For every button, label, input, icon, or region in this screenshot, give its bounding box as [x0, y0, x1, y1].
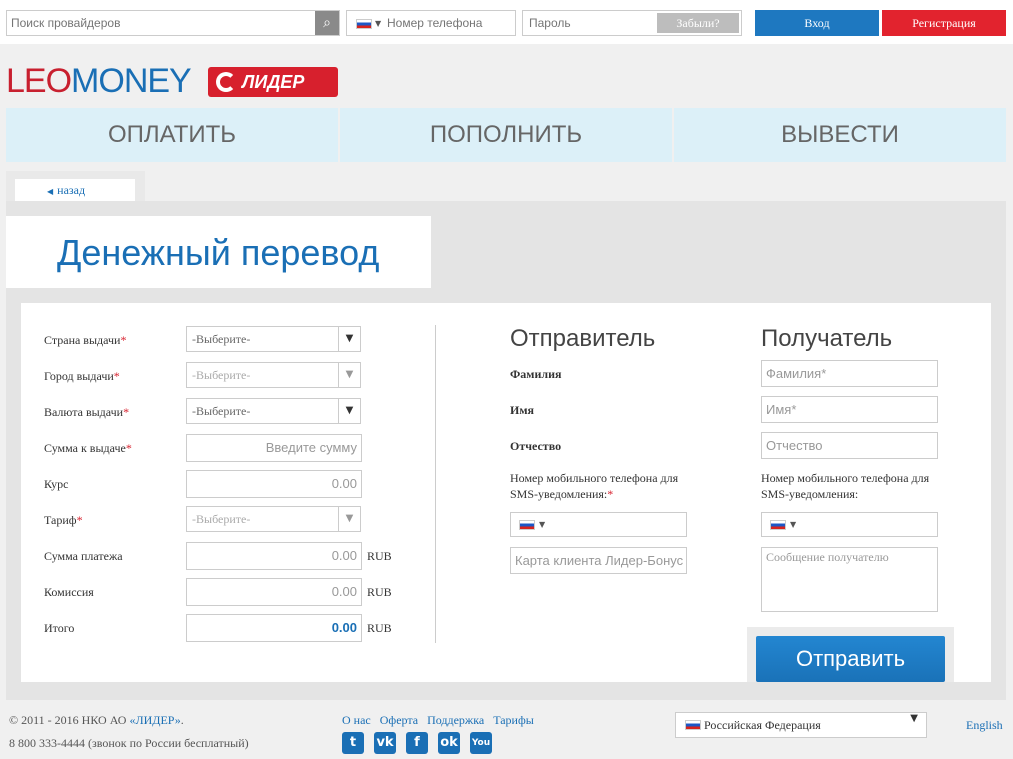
login-password-field: Забыли?: [522, 10, 742, 36]
currency-label: Валюта выдачи*: [44, 405, 130, 419]
amount-input[interactable]: Введите сумму: [186, 434, 362, 462]
sender-phone-input[interactable]: ▼: [510, 512, 687, 537]
logo-money-text: MONEY: [71, 62, 192, 100]
sender-last-name: Фамилия: [510, 367, 562, 381]
sender-sms-label: Номер мобильного телефона для SMS-уведомл…: [510, 471, 679, 501]
russia-flag-icon[interactable]: [356, 19, 372, 29]
lider-logo-text: ЛИДЕР: [242, 72, 305, 92]
provider-search: ⌕: [6, 10, 340, 36]
sender-first-name: Имя: [510, 403, 534, 417]
total-field: 0.00: [186, 614, 362, 642]
twitter-icon[interactable]: t: [342, 732, 364, 754]
footer-link-about[interactable]: О нас: [342, 713, 371, 727]
tariff-select-value: -Выберите-: [192, 512, 251, 526]
currency-code: RUB: [367, 621, 392, 635]
country-label: Страна выдачи*: [44, 333, 127, 347]
arrow-left-icon: ◀: [47, 187, 54, 196]
tab-topup[interactable]: ПОПОЛНИТЬ: [340, 108, 672, 162]
recipient-message-input[interactable]: Сообщение получателю: [761, 547, 938, 612]
city-label: Город выдачи*: [44, 369, 120, 383]
country-select[interactable]: -Выберите- ▼: [186, 326, 361, 352]
title-box: Денежный перевод: [6, 216, 431, 288]
country-selector-value: Российская Федерация: [704, 718, 821, 732]
russia-flag-icon: [685, 720, 701, 730]
facebook-icon[interactable]: f: [406, 732, 428, 754]
back-label: назад: [57, 183, 86, 197]
city-select[interactable]: -Выберите- ▼: [186, 362, 361, 388]
column-divider: [435, 325, 436, 643]
lider-swirl-icon: [216, 72, 236, 92]
caret-down-icon[interactable]: ▼: [539, 520, 545, 529]
currency-code: RUB: [367, 585, 392, 599]
send-button[interactable]: Отправить: [756, 636, 945, 682]
footer-link-support[interactable]: Поддержка: [427, 713, 484, 727]
commission-field: 0.00: [186, 578, 362, 606]
dropdown-arrow-icon: ▼: [910, 713, 918, 724]
commission-label: Комиссия: [44, 585, 94, 599]
odnoklassniki-icon[interactable]: ok: [438, 732, 460, 754]
russia-flag-icon[interactable]: [519, 520, 535, 530]
dropdown-arrow-icon: ▼: [338, 399, 360, 423]
dropdown-arrow-icon: ▼: [338, 363, 360, 387]
recipient-first-name-input[interactable]: Имя*: [761, 396, 938, 423]
copyright: © 2011 - 2016 НКО АО «ЛИДЕР».: [9, 713, 184, 727]
company-link[interactable]: «ЛИДЕР»: [129, 713, 180, 727]
page-title: Денежный перевод: [57, 232, 380, 273]
youtube-icon[interactable]: You: [470, 732, 492, 754]
russia-flag-icon[interactable]: [770, 520, 786, 530]
payment-label: Сумма платежа: [44, 549, 123, 563]
logo-leo-text: LEO: [6, 62, 72, 100]
sender-patronymic: Отчество: [510, 439, 562, 453]
register-button[interactable]: Регистрация: [882, 10, 1006, 36]
payment-field: 0.00: [186, 542, 362, 570]
recipient-last-name-input[interactable]: Фамилия*: [761, 360, 938, 387]
currency-code: RUB: [367, 549, 392, 563]
bonus-card-input[interactable]: Карта клиента Лидер-Бонус: [510, 547, 687, 574]
rate-label: Курс: [44, 477, 69, 491]
recipient-patronymic-input[interactable]: Отчество: [761, 432, 938, 459]
search-icon[interactable]: ⌕: [315, 11, 339, 35]
vkontakte-icon[interactable]: vk: [374, 732, 396, 754]
recipient-heading: Получатель: [761, 325, 893, 352]
provider-search-input[interactable]: [7, 11, 313, 35]
sender-heading: Отправитель: [510, 325, 656, 352]
city-select-value: -Выберите-: [192, 368, 251, 382]
tariff-select[interactable]: -Выберите- ▼: [186, 506, 361, 532]
login-phone-field: ▼: [346, 10, 516, 36]
dropdown-arrow-icon: ▼: [338, 507, 360, 531]
tab-pay[interactable]: ОПЛАТИТЬ: [6, 108, 338, 162]
country-select-value: -Выберите-: [192, 332, 251, 346]
caret-down-icon[interactable]: ▼: [375, 19, 381, 28]
forgot-password-button[interactable]: Забыли?: [657, 13, 739, 33]
tab-withdraw[interactable]: ВЫВЕСТИ: [674, 108, 1006, 162]
lider-logo[interactable]: ЛИДЕР: [208, 67, 338, 97]
recipient-phone-input[interactable]: ▼: [761, 512, 938, 537]
support-phone: 8 800 333-4444 (звонок по России бесплат…: [9, 736, 249, 750]
recipient-sms-label: Номер мобильного телефона для SMS-уведомл…: [761, 471, 930, 501]
currency-select-value: -Выберите-: [192, 404, 251, 418]
login-password-input[interactable]: [523, 11, 653, 35]
total-label: Итого: [44, 621, 75, 635]
footer-link-tariffs[interactable]: Тарифы: [493, 713, 534, 727]
footer-link-offer[interactable]: Оферта: [380, 713, 418, 727]
top-bar: ⌕ ▼ Забыли? Вход Регистрация: [0, 0, 1013, 44]
country-selector[interactable]: Российская Федерация ▼: [675, 712, 927, 738]
currency-select[interactable]: -Выберите- ▼: [186, 398, 361, 424]
caret-down-icon[interactable]: ▼: [790, 520, 796, 529]
language-switch[interactable]: English: [966, 718, 1003, 733]
login-phone-input[interactable]: [387, 11, 513, 35]
dropdown-arrow-icon: ▼: [338, 327, 360, 351]
leomoney-logo[interactable]: LEOMONEY: [6, 61, 192, 101]
tariff-label: Тариф*: [44, 513, 83, 527]
amount-label: Сумма к выдаче*: [44, 441, 132, 455]
back-button[interactable]: ◀ назад: [15, 179, 135, 201]
footer-links: О нас Оферта Поддержка Тарифы: [342, 713, 543, 728]
rate-field: 0.00: [186, 470, 362, 498]
login-button[interactable]: Вход: [755, 10, 879, 36]
